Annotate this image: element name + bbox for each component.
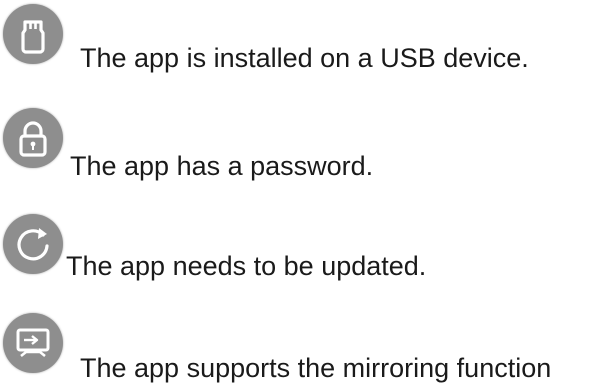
legend-text: The app needs to be updated. <box>66 251 427 281</box>
legend-item-usb: The app is installed on a USB device. <box>0 0 590 80</box>
lock-icon <box>3 108 63 168</box>
legend-item-password: The app has a password. <box>0 102 590 182</box>
legend-text: The app supports the mirroring function <box>80 353 552 383</box>
usb-drive-icon <box>3 4 63 64</box>
legend-item-mirroring: The app supports the mirroring function <box>0 308 590 388</box>
legend-item-update: The app needs to be updated. <box>0 212 590 292</box>
legend-text: The app has a password. <box>70 151 374 181</box>
refresh-icon <box>3 214 63 274</box>
legend-text: The app is installed on a USB device. <box>80 43 529 73</box>
screen-mirroring-icon <box>3 313 63 373</box>
